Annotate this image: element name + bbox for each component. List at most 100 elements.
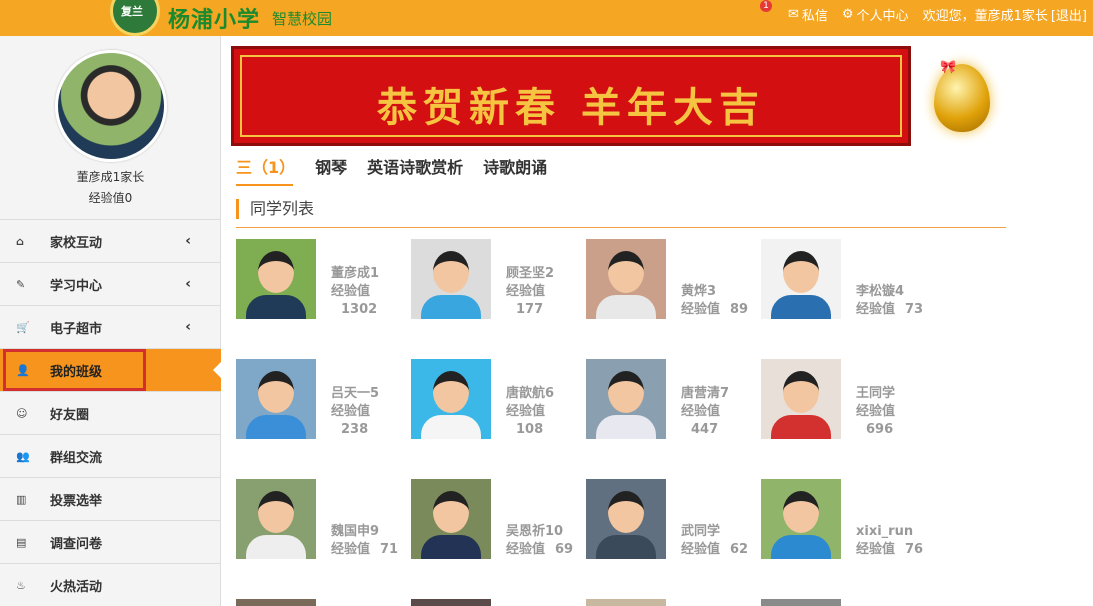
student-name[interactable]: 董彦成1 bbox=[331, 265, 379, 283]
student-photo[interactable] bbox=[236, 479, 316, 559]
section-title: 同学列表 bbox=[236, 199, 314, 219]
school-logo-icon: 复兰 bbox=[110, 0, 160, 36]
student-photo[interactable] bbox=[586, 359, 666, 439]
student-name[interactable]: 吕天一5 bbox=[331, 385, 379, 403]
exp-value: 69 bbox=[555, 542, 574, 557]
student-name[interactable]: 王同学 bbox=[856, 385, 895, 403]
student-card[interactable]: 黄烨3 经验值 89 bbox=[586, 239, 761, 319]
student-exp: 经验值 69 bbox=[506, 541, 573, 559]
student-info: xixi_run 经验值 76 bbox=[856, 523, 923, 559]
student-card[interactable]: 吴恩祈10 经验值 69 bbox=[411, 479, 586, 559]
sidebar-item[interactable]: 👥 群组交流 bbox=[0, 434, 221, 477]
user-name: 董彦成1家长 bbox=[76, 170, 145, 184]
tab[interactable]: 钢琴 bbox=[315, 154, 347, 178]
messages-link[interactable]: ✉ 私信 bbox=[788, 5, 828, 24]
exp-label: 经验值 bbox=[506, 404, 546, 419]
student-name[interactable]: 唐歆航6 bbox=[506, 385, 554, 403]
sidebar-item[interactable]: 🛒 电子超市 ‹ bbox=[0, 305, 221, 348]
sidebar-item-label: 火热活动 bbox=[50, 579, 103, 595]
logout-link[interactable]: [退出] bbox=[1051, 5, 1087, 24]
student-name[interactable]: 顾圣坚2 bbox=[506, 265, 554, 283]
student-photo[interactable] bbox=[411, 239, 491, 319]
student-name[interactable]: 武同学 bbox=[681, 523, 748, 541]
exp-label: 经验值 bbox=[331, 542, 371, 557]
student-card[interactable]: 魏国申9 经验值 71 bbox=[236, 479, 411, 559]
sidebar-item[interactable]: ✎ 学习中心 ‹ bbox=[0, 262, 221, 305]
cart-icon: 🛒 bbox=[16, 320, 30, 334]
student-info: 吴恩祈10 经验值 69 bbox=[506, 523, 573, 559]
sidebar-item[interactable]: ▥ 投票选举 bbox=[0, 477, 221, 520]
sidebar-item[interactable]: ♨ 火热活动 bbox=[0, 563, 221, 606]
student-photo[interactable] bbox=[761, 479, 841, 559]
exp-value-row: 447 bbox=[681, 421, 729, 439]
sidebar-item-label: 调查问卷 bbox=[50, 536, 103, 552]
student-info: 董彦成1 经验值 1302 bbox=[331, 265, 379, 319]
exp-label: 经验值 bbox=[681, 542, 721, 557]
bar-chart-icon: ▥ bbox=[16, 492, 27, 506]
sidebar-item[interactable]: ⌂ 家校互动 ‹ bbox=[0, 219, 221, 262]
avatar[interactable] bbox=[55, 50, 167, 162]
student-photo[interactable] bbox=[761, 359, 841, 439]
exp-value-row: 238 bbox=[331, 421, 379, 439]
chevron-left-icon: ‹ bbox=[185, 233, 191, 249]
student-card[interactable]: 顾圣坚2 经验值 177 bbox=[411, 239, 586, 319]
student-card[interactable]: 唐歆航6 经验值 108 bbox=[411, 359, 586, 439]
student-name[interactable]: 黄烨3 bbox=[681, 283, 748, 301]
student-card[interactable]: xixi_run 经验值 76 bbox=[761, 479, 936, 559]
student-card[interactable]: 吕天一5 经验值 238 bbox=[236, 359, 411, 439]
student-card[interactable]: 武同学 经验值 62 bbox=[586, 479, 761, 559]
student-exp: 经验值 bbox=[331, 283, 379, 301]
tab[interactable]: 诗歌朗诵 bbox=[483, 154, 547, 178]
tab[interactable]: 英语诗歌赏析 bbox=[367, 154, 463, 178]
student-exp: 经验值 73 bbox=[856, 301, 923, 319]
sidebar-item[interactable]: ☺ 好友圈 bbox=[0, 391, 221, 434]
new-year-banner: 恭贺新春 羊年大吉 bbox=[231, 46, 911, 146]
student-info: 唐营清7 经验值 447 bbox=[681, 385, 729, 439]
student-photo[interactable] bbox=[411, 359, 491, 439]
student-exp: 经验值 bbox=[506, 403, 554, 421]
student-card[interactable]: 王同学 经验值 696 bbox=[761, 359, 936, 439]
student-name[interactable]: 李松镟4 bbox=[856, 283, 923, 301]
chevron-left-icon: ‹ bbox=[185, 319, 191, 335]
top-bar: 复兰 杨浦小学 智慧校园 1 ✉ 私信 ⚙ 个人中心 欢迎您，董彦成1家长 [退出] bbox=[0, 0, 1093, 36]
student-card[interactable]: 李松镟4 经验值 73 bbox=[761, 239, 936, 319]
exp-label: 经验值 bbox=[856, 542, 896, 557]
sidebar-item-label: 家校互动 bbox=[50, 235, 103, 251]
school-name[interactable]: 杨浦小学 bbox=[168, 2, 260, 34]
student-photo[interactable] bbox=[236, 359, 316, 439]
group-icon: 👥 bbox=[16, 449, 30, 463]
banner-text: 恭贺新春 羊年大吉 bbox=[377, 84, 765, 131]
student-name[interactable]: 吴恩祈10 bbox=[506, 523, 573, 541]
flame-icon: ♨ bbox=[16, 578, 26, 592]
student-photo[interactable] bbox=[411, 479, 491, 559]
tab[interactable]: 三（1） bbox=[236, 154, 295, 178]
sidebar-item[interactable]: ▤ 调查问卷 bbox=[0, 520, 221, 563]
student-exp: 经验值 bbox=[856, 403, 895, 421]
sidebar-item[interactable]: 👤 我的班级 bbox=[0, 348, 221, 391]
sidebar-item-label: 电子超市 bbox=[50, 321, 103, 337]
student-card[interactable]: 唐营清7 经验值 447 bbox=[586, 359, 761, 439]
sidebar-menu: ⌂ 家校互动 ‹ ✎ 学习中心 ‹ 🛒 电子超市 ‹ 👤 我的班级 ☺ 好友圈 👥 群组交流 ▥ 投票选举 ▤ 调查… bbox=[0, 219, 221, 606]
student-photo[interactable] bbox=[586, 239, 666, 319]
sidebar-item-label: 投票选举 bbox=[50, 493, 103, 509]
chevron-left-icon: ‹ bbox=[185, 276, 191, 292]
student-info: 吕天一5 经验值 238 bbox=[331, 385, 379, 439]
student-photo[interactable] bbox=[761, 239, 841, 319]
partial-next-row bbox=[236, 599, 996, 606]
student-name[interactable]: xixi_run bbox=[856, 523, 923, 541]
student-photo[interactable] bbox=[236, 239, 316, 319]
student-name[interactable]: 魏国申9 bbox=[331, 523, 398, 541]
welcome-text: 欢迎您，董彦成1家长 [退出] bbox=[923, 5, 1087, 24]
student-info: 武同学 经验值 62 bbox=[681, 523, 748, 559]
student-card[interactable]: 董彦成1 经验值 1302 bbox=[236, 239, 411, 319]
exp-value: 71 bbox=[380, 542, 399, 557]
student-photo[interactable] bbox=[586, 479, 666, 559]
gear-icon: ⚙ bbox=[841, 7, 854, 22]
student-info: 王同学 经验值 696 bbox=[856, 385, 895, 439]
student-name[interactable]: 唐营清7 bbox=[681, 385, 729, 403]
student-exp: 经验值 bbox=[506, 283, 554, 301]
exp-value: 1302 bbox=[341, 302, 378, 317]
profile-link[interactable]: ⚙ 个人中心 bbox=[842, 5, 909, 24]
student-photo-partial bbox=[411, 599, 491, 606]
exp-value: 73 bbox=[905, 302, 924, 317]
